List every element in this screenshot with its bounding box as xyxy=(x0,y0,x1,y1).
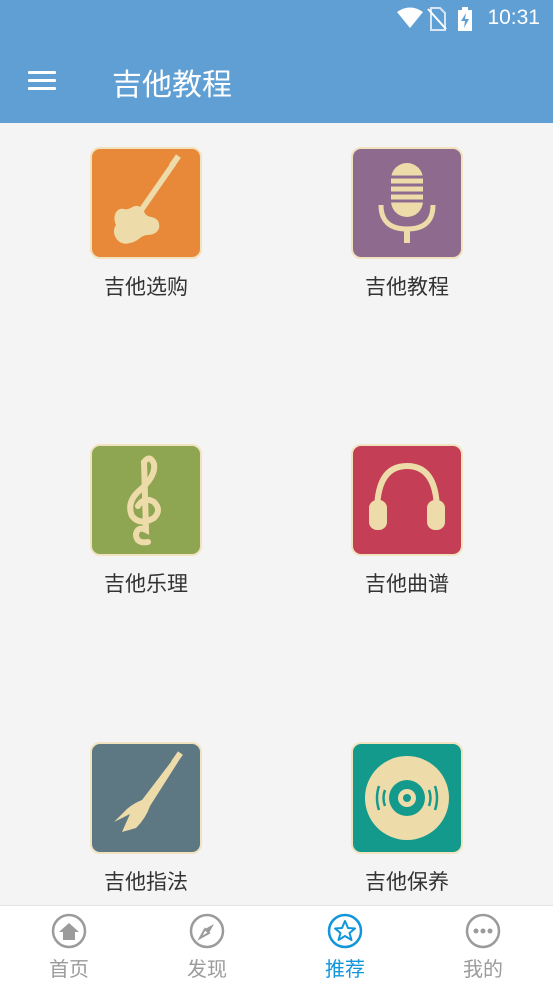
nav-home[interactable]: 首页 xyxy=(0,906,138,984)
menu-icon xyxy=(28,71,56,74)
compass-icon xyxy=(189,913,225,949)
tile-guitar-buying[interactable]: 吉他选购 xyxy=(66,147,226,301)
menu-button[interactable] xyxy=(24,64,60,96)
star-icon xyxy=(327,913,363,949)
microphone-icon xyxy=(351,147,463,259)
bass-guitar-icon xyxy=(90,742,202,854)
menu-icon-bar xyxy=(28,79,56,82)
battery-charging-icon xyxy=(457,7,473,35)
status-bar: 10:31 xyxy=(0,0,553,38)
page-title: 吉他教程 xyxy=(112,68,232,103)
tile-maintenance[interactable]: 吉他保养 xyxy=(327,742,487,896)
tile-guitar-scores[interactable]: 吉他曲谱 xyxy=(327,444,487,598)
tile-music-theory[interactable]: 吉他乐理 xyxy=(66,444,226,598)
menu-icon-bar xyxy=(28,87,56,90)
home-icon xyxy=(51,913,87,949)
tile-label: 吉他曲谱 xyxy=(365,572,449,596)
bottom-nav: 首页 发现 推荐 我的 xyxy=(0,905,553,984)
nav-label: 发现 xyxy=(187,957,227,981)
category-grid: 吉他选购 吉他教程 吉他乐理 吉他曲谱 吉他指法 吉他保养 xyxy=(0,123,553,905)
electric-guitar-icon xyxy=(90,147,202,259)
more-icon xyxy=(465,913,501,949)
treble-clef-icon xyxy=(90,444,202,556)
vinyl-record-icon xyxy=(351,742,463,854)
app-bar: 10:31 吉他教程 xyxy=(0,0,553,123)
wifi-icon xyxy=(397,7,423,33)
nav-mine[interactable]: 我的 xyxy=(414,906,552,984)
nav-label: 首页 xyxy=(49,957,89,981)
tile-label: 吉他教程 xyxy=(365,275,449,299)
tile-label: 吉他乐理 xyxy=(104,572,188,596)
tile-label: 吉他指法 xyxy=(104,870,188,894)
nav-label: 我的 xyxy=(463,957,503,981)
nav-discover[interactable]: 发现 xyxy=(138,906,276,984)
tile-label: 吉他选购 xyxy=(104,275,188,299)
nav-recommend[interactable]: 推荐 xyxy=(276,906,414,984)
tile-guitar-tutorial[interactable]: 吉他教程 xyxy=(327,147,487,301)
status-time: 10:31 xyxy=(487,6,540,29)
no-sim-icon xyxy=(427,7,447,35)
nav-label: 推荐 xyxy=(325,957,365,981)
tile-fingering[interactable]: 吉他指法 xyxy=(66,742,226,896)
headphones-icon xyxy=(351,444,463,556)
tile-label: 吉他保养 xyxy=(365,870,449,894)
